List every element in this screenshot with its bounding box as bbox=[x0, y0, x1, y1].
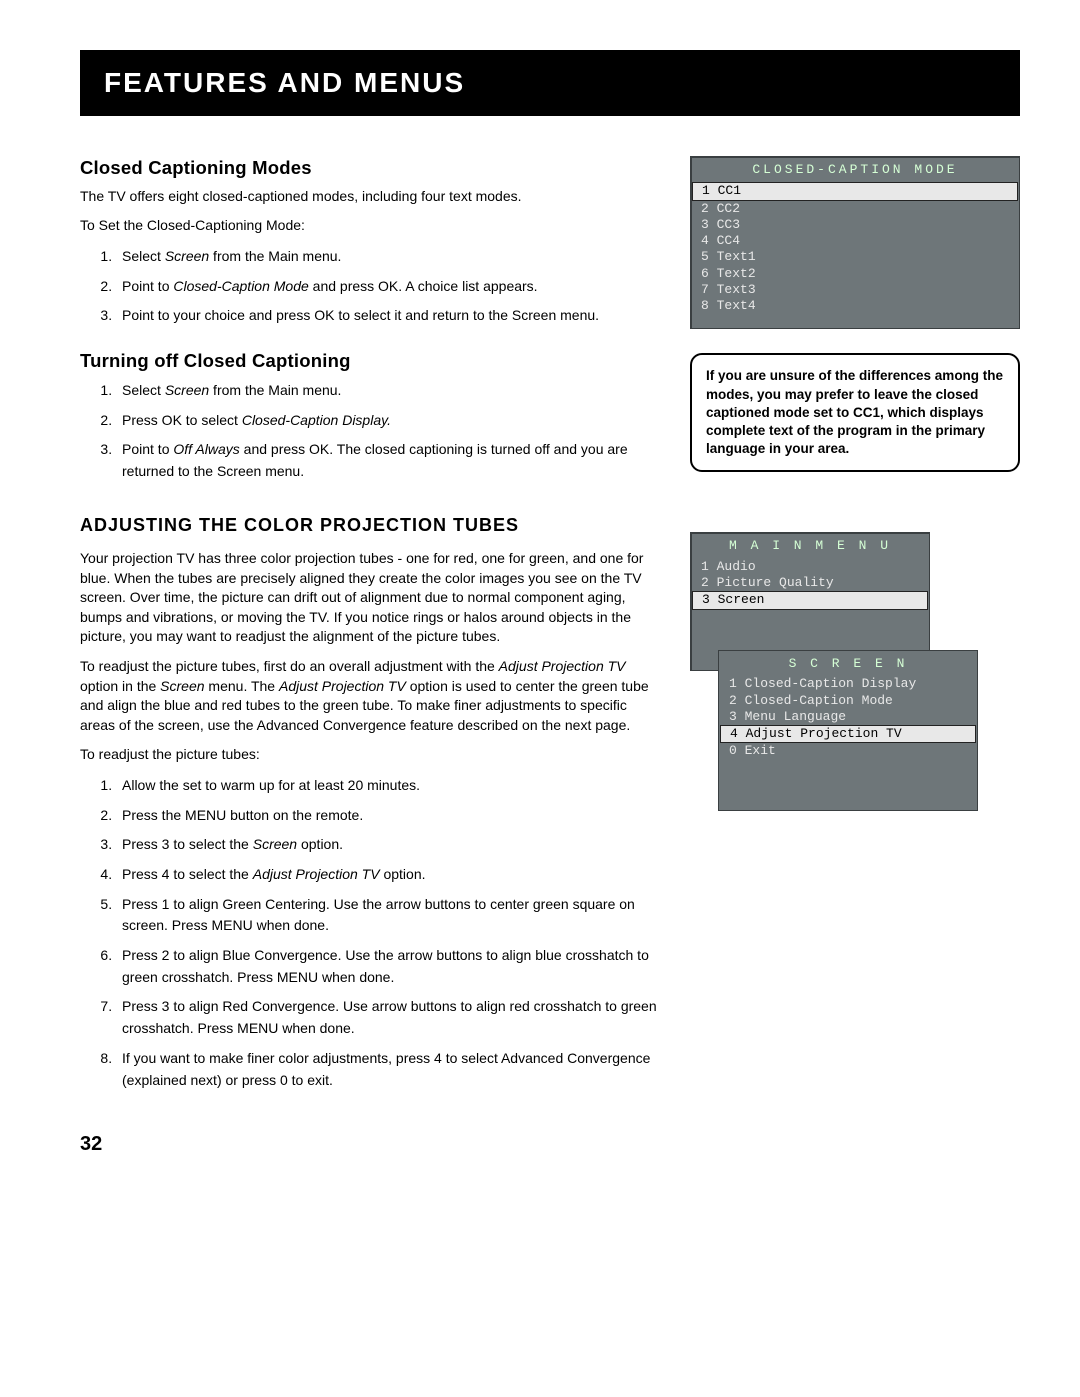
list-item: Press 3 to align Red Convergence. Use ar… bbox=[116, 996, 660, 1039]
list-item: Press 3 to select the Screen option. bbox=[116, 834, 660, 856]
osd-row: 8 Text4 bbox=[695, 298, 1015, 314]
adjust-tubes-para1: Your projection TV has three color proje… bbox=[80, 549, 660, 647]
list-item: Press 2 to align Blue Convergence. Use t… bbox=[116, 945, 660, 988]
osd-row: 1 Closed-Caption Display bbox=[723, 676, 973, 692]
section-turn-off-cc: Turning off Closed Captioning Select Scr… bbox=[80, 349, 660, 483]
list-item: Select Screen from the Main menu. bbox=[116, 380, 660, 402]
adjust-tubes-para2: To readjust the picture tubes, first do … bbox=[80, 657, 660, 735]
osd-row-selected: 1 CC1 bbox=[692, 182, 1018, 200]
section-adjust-tubes: Adjusting the Color Projection Tubes You… bbox=[80, 513, 660, 1091]
content-columns: Closed Captioning Modes The TV offers ei… bbox=[80, 156, 1020, 1158]
heading-cc-modes: Closed Captioning Modes bbox=[80, 156, 660, 181]
left-column: Closed Captioning Modes The TV offers ei… bbox=[80, 156, 660, 1158]
osd-row-selected: 3 Screen bbox=[692, 591, 928, 609]
osd-row: 6 Text2 bbox=[695, 266, 1015, 282]
list-item: Press OK to select Closed-Caption Displa… bbox=[116, 410, 660, 432]
tip-box: If you are unsure of the differences amo… bbox=[690, 353, 1020, 472]
list-item: Allow the set to warm up for at least 20… bbox=[116, 775, 660, 797]
adjust-tubes-steps: Allow the set to warm up for at least 20… bbox=[80, 775, 660, 1091]
adjust-tubes-lead: To readjust the picture tubes: bbox=[80, 745, 660, 765]
osd-screen-submenu: S C R E E N 1 Closed-Caption Display 2 C… bbox=[718, 650, 978, 811]
osd-title: M A I N M E N U bbox=[695, 533, 925, 559]
cc-modes-steps: Select Screen from the Main menu. Point … bbox=[80, 246, 660, 327]
osd-row: 1 Audio bbox=[695, 559, 925, 575]
list-item: Press 4 to select the Adjust Projection … bbox=[116, 864, 660, 886]
turn-off-cc-steps: Select Screen from the Main menu. Press … bbox=[80, 380, 660, 483]
heading-adjust-tubes: Adjusting the Color Projection Tubes bbox=[80, 513, 660, 537]
osd-row: 5 Text1 bbox=[695, 249, 1015, 265]
right-column: CLOSED-CAPTION MODE 1 CC1 2 CC2 3 CC3 4 … bbox=[690, 156, 1020, 1158]
list-item: Point to your choice and press OK to sel… bbox=[116, 305, 660, 327]
osd-row: 3 CC3 bbox=[695, 217, 1015, 233]
cc-modes-intro: The TV offers eight closed-captioned mod… bbox=[80, 187, 660, 207]
osd-row: 7 Text3 bbox=[695, 282, 1015, 298]
osd-title: S C R E E N bbox=[723, 651, 973, 677]
osd-closed-caption-mode: CLOSED-CAPTION MODE 1 CC1 2 CC2 3 CC3 4 … bbox=[690, 156, 1020, 330]
list-item: Select Screen from the Main menu. bbox=[116, 246, 660, 268]
cc-modes-lead: To Set the Closed-Captioning Mode: bbox=[80, 216, 660, 236]
page-number: 32 bbox=[80, 1131, 660, 1158]
osd-row: 2 CC2 bbox=[695, 201, 1015, 217]
list-item: If you want to make finer color adjustme… bbox=[116, 1048, 660, 1091]
osd-main-menu-wrapper: M A I N M E N U 1 Audio 2 Picture Qualit… bbox=[690, 532, 970, 810]
osd-row: 2 Closed-Caption Mode bbox=[723, 693, 973, 709]
heading-turn-off-cc: Turning off Closed Captioning bbox=[80, 349, 660, 374]
osd-row-selected: 4 Adjust Projection TV bbox=[720, 725, 976, 743]
list-item: Press 1 to align Green Centering. Use th… bbox=[116, 894, 660, 937]
osd-row: 3 Menu Language bbox=[723, 709, 973, 725]
list-item: Point to Closed-Caption Mode and press O… bbox=[116, 276, 660, 298]
section-header: Features and Menus bbox=[80, 50, 1020, 116]
section-closed-caption-modes: Closed Captioning Modes The TV offers ei… bbox=[80, 156, 660, 327]
osd-row: 2 Picture Quality bbox=[695, 575, 925, 591]
osd-row: 0 Exit bbox=[723, 743, 973, 759]
osd-title: CLOSED-CAPTION MODE bbox=[695, 157, 1015, 183]
list-item: Press the MENU button on the remote. bbox=[116, 805, 660, 827]
list-item: Point to Off Always and press OK. The cl… bbox=[116, 439, 660, 482]
osd-row: 4 CC4 bbox=[695, 233, 1015, 249]
